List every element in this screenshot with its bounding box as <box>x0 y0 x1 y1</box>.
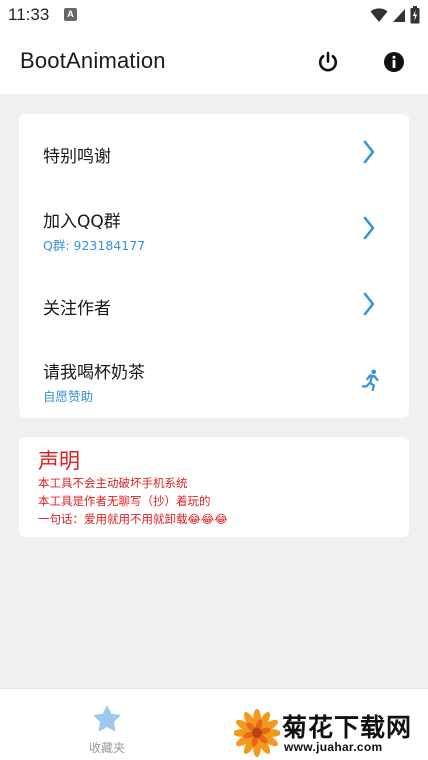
menu-item-label: 请我喝杯奶茶 <box>43 363 145 383</box>
menu-item-label: 关注作者 <box>43 299 111 319</box>
running-person-icon <box>361 366 381 394</box>
notice-title: 声明 <box>38 449 80 473</box>
notice-line: 一句话：爱用就用不用就卸载😂😂😂 <box>38 512 228 526</box>
power-button[interactable] <box>314 48 342 76</box>
chevron-right-icon <box>359 214 379 242</box>
watermark-title: 菊花下载网 <box>282 713 413 742</box>
menu-item-subtitle: Q群: 923184177 <box>43 238 146 253</box>
menu-item-thanks[interactable]: 特别鸣谢 <box>19 114 409 190</box>
app-bar: BootAnimation <box>0 30 428 94</box>
star-icon <box>94 706 120 731</box>
status-icons <box>370 6 420 24</box>
notice-line: 本工具不会主动破坏手机系统 <box>38 476 188 490</box>
menu-item-follow-author[interactable]: 关注作者 <box>19 266 409 342</box>
chevron-right-icon <box>359 138 379 166</box>
menu-item-qq-group[interactable]: 加入QQ群 Q群: 923184177 <box>19 190 409 266</box>
watermark: 菊花下载网 www.juahar.com <box>232 706 428 760</box>
notice-card: 声明 本工具不会主动破坏手机系统 本工具是作者无聊写（抄）着玩的 一句话：爱用就… <box>19 437 409 537</box>
menu-item-buy-milk-tea[interactable]: 请我喝杯奶茶 自愿赞助 <box>19 342 409 418</box>
menu-item-label: 加入QQ群 <box>43 212 121 232</box>
app-title: BootAnimation <box>20 48 166 73</box>
power-icon <box>318 51 338 72</box>
notification-a-icon: A <box>64 8 77 21</box>
menu-item-subtitle: 自愿赞助 <box>43 389 94 404</box>
flower-logo-icon <box>234 709 280 757</box>
wifi-icon <box>370 8 388 22</box>
nav-favorites[interactable]: 收藏夹 <box>70 703 144 755</box>
notice-line: 本工具是作者无聊写（抄）着玩的 <box>38 494 211 508</box>
chevron-right-icon <box>359 290 379 318</box>
signal-icon <box>393 9 405 22</box>
status-bar: 11:33 A <box>0 0 428 30</box>
menu-item-label: 特别鸣谢 <box>43 147 111 167</box>
nav-favorites-label: 收藏夹 <box>88 741 125 755</box>
menu-card: 特别鸣谢 加入QQ群 Q群: 923184177 关注作者 请我喝杯奶茶 自愿赞… <box>19 114 409 418</box>
status-time: 11:33 <box>8 5 50 24</box>
info-icon <box>384 52 404 72</box>
watermark-url: www.juahar.com <box>284 740 383 754</box>
battery-charging-icon <box>410 6 420 24</box>
info-button[interactable] <box>380 48 408 76</box>
